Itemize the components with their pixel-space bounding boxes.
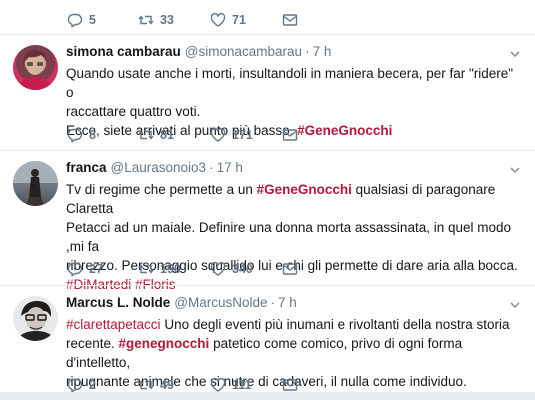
message-button[interactable] [282, 377, 304, 393]
reply-count: 5 [89, 13, 96, 27]
separator-dot: · [305, 44, 310, 59]
caret-down-icon[interactable] [509, 164, 521, 176]
message-button[interactable] [282, 261, 304, 277]
caret-down-icon[interactable] [509, 299, 521, 311]
user-handle[interactable]: @Laurasonoio3 [111, 160, 207, 175]
reply-icon [67, 261, 83, 277]
avatar[interactable] [13, 45, 58, 90]
like-count: 340 [232, 262, 253, 276]
reply-icon [67, 127, 83, 143]
timestamp[interactable]: 7 h [313, 44, 332, 59]
feed-bottom-edge [0, 392, 535, 400]
tweet[interactable]: franca @Laurasonoio3 · 17 h Tv di regime ch… [0, 151, 535, 292]
like-count: 171 [232, 128, 253, 142]
tweet-text-line: recente. #genegnocchi patetico come comi… [66, 334, 521, 372]
message-icon [282, 261, 298, 277]
timestamp[interactable]: 17 h [217, 160, 243, 175]
reply-count: 2 [89, 378, 96, 392]
separator-dot: · [209, 160, 214, 175]
retweet-icon [138, 261, 154, 277]
tweet-text-segment: Uno degli eventi più inumani e rivoltant… [160, 317, 510, 332]
retweet-icon [138, 12, 154, 28]
retweet-button[interactable]: 190 [138, 261, 210, 277]
retweet-button[interactable]: 49 [138, 377, 210, 393]
like-icon [210, 12, 226, 28]
tweet-header: simona cambarau @simonacambarau · 7 h [66, 44, 331, 59]
reply-button[interactable]: 8 [67, 127, 138, 143]
tweet-text-segment: recente. [66, 336, 119, 351]
tweet-text-line: Tv di regime che permette a un #GeneGnoc… [66, 180, 521, 218]
avatar-image [16, 301, 56, 341]
like-button[interactable]: 340 [210, 261, 282, 277]
tweet-text-segment: Tv di regime che permette a un [66, 182, 257, 197]
user-handle[interactable]: @MarcusNolde [174, 295, 267, 310]
display-name[interactable]: simona cambarau [66, 44, 181, 59]
timestamp[interactable]: 7 h [278, 295, 297, 310]
retweet-count: 33 [160, 13, 174, 27]
retweet-count: 81 [160, 128, 174, 142]
tweet-actions: 8 81 171 [67, 125, 304, 145]
tweet-text-line: raccattare quattro voti. [66, 104, 201, 119]
avatar[interactable] [13, 161, 58, 206]
reply-icon [67, 12, 83, 28]
reply-count: 27 [89, 262, 103, 276]
user-handle[interactable]: @simonacambarau [185, 44, 302, 59]
reply-button[interactable]: 5 [67, 12, 138, 28]
reply-count: 8 [89, 128, 96, 142]
message-icon [282, 127, 298, 143]
tweet-header: Marcus L. Nolde @MarcusNolde · 7 h [66, 295, 297, 310]
display-name[interactable]: franca [66, 160, 107, 175]
tweet[interactable]: simona cambarau @simonacambarau · 7 h Quand… [0, 35, 535, 149]
tweet-text-line: #clarettapetacci Uno degli eventi più in… [66, 315, 521, 334]
hashtag-link[interactable]: #GeneGnocchi [257, 182, 352, 197]
tweet-header: franca @Laurasonoio3 · 17 h [66, 160, 243, 175]
reply-button[interactable]: 27 [67, 261, 138, 277]
tweet-actions: 27 190 340 [67, 259, 304, 279]
hashtag-link[interactable]: #genegnocchi [119, 336, 210, 351]
message-icon [282, 377, 298, 393]
avatar-image [13, 161, 58, 206]
avatar-image [17, 49, 54, 90]
hashtag-link[interactable]: #clarettapetacci [66, 317, 161, 332]
tweet[interactable]: Marcus L. Nolde @MarcusNolde · 7 h #clarett… [0, 286, 535, 392]
like-button[interactable]: 171 [210, 127, 282, 143]
hashtag-link[interactable]: #GeneGnocchi [297, 123, 392, 138]
tweet-text-line: Petacci ad un maiale. Definire una donna… [66, 220, 512, 254]
retweet-icon [138, 127, 154, 143]
retweet-count: 49 [160, 378, 174, 392]
like-icon [210, 127, 226, 143]
display-name[interactable]: Marcus L. Nolde [66, 295, 170, 310]
tweet-text-line: Quando usate anche i morti, insultandoli… [66, 66, 514, 100]
message-button[interactable] [282, 127, 304, 143]
retweet-icon [138, 377, 154, 393]
tweet-feed: 5 33 71 simona cambarau @simonacambarau · [0, 0, 535, 400]
message-icon [282, 12, 298, 28]
avatar[interactable] [13, 296, 58, 341]
retweet-count: 190 [160, 262, 181, 276]
like-icon [210, 377, 226, 393]
retweet-button[interactable]: 81 [138, 127, 210, 143]
retweet-button[interactable]: 33 [138, 12, 210, 28]
top-tweet-actions: 5 33 71 [67, 10, 304, 30]
like-button[interactable]: 111 [210, 377, 282, 393]
like-count: 111 [232, 378, 252, 392]
reply-icon [67, 377, 83, 393]
reply-button[interactable]: 2 [67, 377, 138, 393]
like-count: 71 [232, 13, 246, 27]
like-button[interactable]: 71 [210, 12, 282, 28]
separator-dot: · [270, 295, 276, 310]
message-button[interactable] [282, 12, 304, 28]
like-icon [210, 261, 226, 277]
caret-down-icon[interactable] [509, 48, 521, 60]
